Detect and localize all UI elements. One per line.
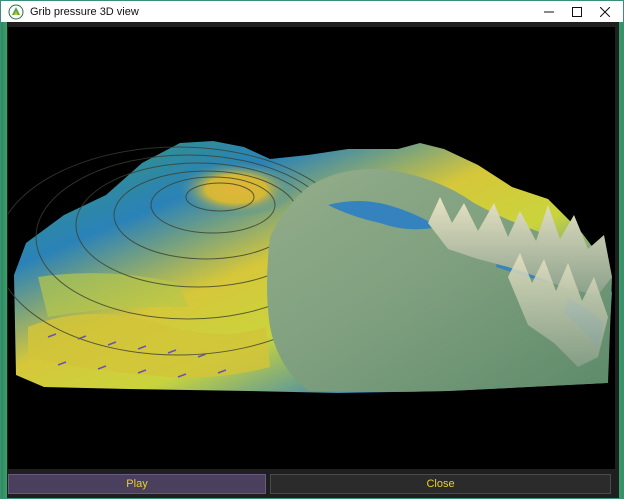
maximize-button[interactable]	[562, 1, 592, 22]
close-button[interactable]: Close	[270, 474, 611, 494]
close-icon	[600, 6, 610, 17]
close-window-button[interactable]	[590, 1, 620, 22]
minimize-button[interactable]	[534, 1, 564, 22]
play-button[interactable]: Play	[8, 474, 266, 494]
minimize-icon	[544, 11, 554, 12]
window-title: Grib pressure 3D view	[30, 5, 139, 18]
maximize-icon	[572, 6, 582, 17]
title-bar[interactable]: Grib pressure 3D view	[1, 1, 623, 22]
3d-viewport[interactable]	[0, 27, 615, 469]
terrain-3d-render[interactable]	[0, 27, 615, 469]
button-bar: Play Close	[8, 474, 615, 494]
low-pressure-center	[176, 161, 296, 217]
app-logo-icon	[8, 4, 24, 19]
